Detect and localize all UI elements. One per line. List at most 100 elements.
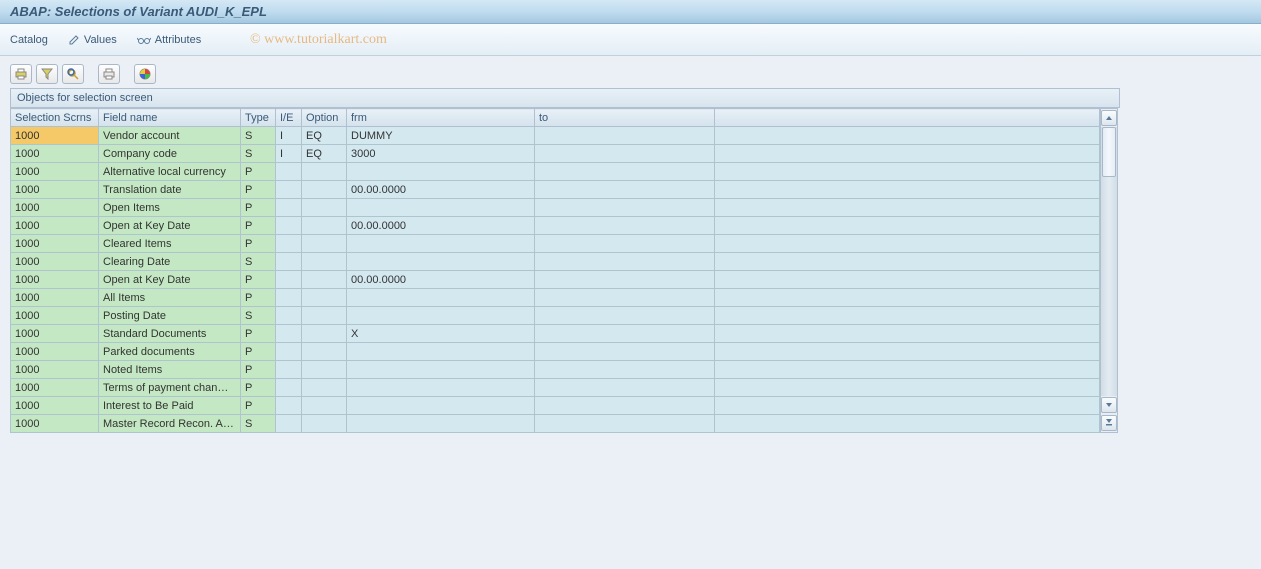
table-row[interactable]: 1000Vendor accountSIEQDUMMY bbox=[11, 127, 1100, 145]
cell-frm[interactable] bbox=[347, 343, 535, 361]
filter-button[interactable] bbox=[36, 64, 58, 84]
cell-frm[interactable]: X bbox=[347, 325, 535, 343]
table-row[interactable]: 1000Interest to Be PaidP bbox=[11, 397, 1100, 415]
cell-type[interactable]: S bbox=[241, 415, 276, 433]
search-button[interactable] bbox=[62, 64, 84, 84]
cell-scrn[interactable]: 1000 bbox=[11, 379, 99, 397]
table-row[interactable]: 1000Noted ItemsP bbox=[11, 361, 1100, 379]
cell-ie[interactable] bbox=[276, 289, 302, 307]
cell-field[interactable]: Noted Items bbox=[99, 361, 241, 379]
cell-ie[interactable] bbox=[276, 217, 302, 235]
cell-opt[interactable] bbox=[302, 163, 347, 181]
cell-to[interactable] bbox=[535, 253, 715, 271]
cell-scrn[interactable]: 1000 bbox=[11, 217, 99, 235]
cell-frm[interactable]: 00.00.0000 bbox=[347, 217, 535, 235]
cell-field[interactable]: Open at Key Date bbox=[99, 217, 241, 235]
cell-frm[interactable] bbox=[347, 307, 535, 325]
cell-scrn[interactable]: 1000 bbox=[11, 253, 99, 271]
cell-to[interactable] bbox=[535, 379, 715, 397]
cell-scrn[interactable]: 1000 bbox=[11, 325, 99, 343]
cell-to[interactable] bbox=[535, 325, 715, 343]
scroll-down-button[interactable] bbox=[1101, 397, 1117, 413]
cell-type[interactable]: P bbox=[241, 271, 276, 289]
cell-ie[interactable] bbox=[276, 397, 302, 415]
cell-ie[interactable] bbox=[276, 235, 302, 253]
cell-field[interactable]: Translation date bbox=[99, 181, 241, 199]
table-row[interactable]: 1000Parked documentsP bbox=[11, 343, 1100, 361]
cell-type[interactable]: S bbox=[241, 145, 276, 163]
cell-frm[interactable] bbox=[347, 235, 535, 253]
cell-to[interactable] bbox=[535, 235, 715, 253]
cell-field[interactable]: Company code bbox=[99, 145, 241, 163]
cell-opt[interactable] bbox=[302, 361, 347, 379]
menu-catalog[interactable]: Catalog bbox=[10, 34, 48, 46]
cell-opt[interactable] bbox=[302, 415, 347, 433]
cell-field[interactable]: Terms of payment chan… bbox=[99, 379, 241, 397]
cell-to[interactable] bbox=[535, 181, 715, 199]
cell-field[interactable]: Posting Date bbox=[99, 307, 241, 325]
cell-frm[interactable] bbox=[347, 415, 535, 433]
cell-field[interactable]: Master Record Recon. A… bbox=[99, 415, 241, 433]
cell-opt[interactable] bbox=[302, 253, 347, 271]
scroll-thumb[interactable] bbox=[1102, 127, 1116, 177]
scroll-end-button[interactable] bbox=[1101, 415, 1117, 431]
color-button[interactable] bbox=[134, 64, 156, 84]
cell-opt[interactable] bbox=[302, 217, 347, 235]
cell-ie[interactable] bbox=[276, 343, 302, 361]
table-row[interactable]: 1000Terms of payment chan…P bbox=[11, 379, 1100, 397]
cell-to[interactable] bbox=[535, 397, 715, 415]
table-row[interactable]: 1000Master Record Recon. A…S bbox=[11, 415, 1100, 433]
cell-opt[interactable] bbox=[302, 379, 347, 397]
scroll-track[interactable] bbox=[1101, 127, 1117, 396]
cell-ie[interactable] bbox=[276, 361, 302, 379]
table-row[interactable]: 1000Open at Key DateP00.00.0000 bbox=[11, 271, 1100, 289]
cell-ie[interactable] bbox=[276, 181, 302, 199]
table-row[interactable]: 1000All ItemsP bbox=[11, 289, 1100, 307]
cell-scrn[interactable]: 1000 bbox=[11, 397, 99, 415]
cell-type[interactable]: P bbox=[241, 379, 276, 397]
cell-frm[interactable]: DUMMY bbox=[347, 127, 535, 145]
col-ie[interactable]: I/E bbox=[276, 109, 302, 127]
col-opt[interactable]: Option bbox=[302, 109, 347, 127]
cell-to[interactable] bbox=[535, 361, 715, 379]
cell-scrn[interactable]: 1000 bbox=[11, 163, 99, 181]
cell-scrn[interactable]: 1000 bbox=[11, 271, 99, 289]
cell-opt[interactable] bbox=[302, 235, 347, 253]
cell-scrn[interactable]: 1000 bbox=[11, 361, 99, 379]
cell-ie[interactable] bbox=[276, 379, 302, 397]
cell-field[interactable]: Standard Documents bbox=[99, 325, 241, 343]
cell-frm[interactable] bbox=[347, 253, 535, 271]
cell-opt[interactable] bbox=[302, 181, 347, 199]
cell-opt[interactable]: EQ bbox=[302, 127, 347, 145]
cell-type[interactable]: S bbox=[241, 127, 276, 145]
cell-type[interactable]: P bbox=[241, 397, 276, 415]
cell-ie[interactable] bbox=[276, 253, 302, 271]
col-scrn[interactable]: Selection Scrns bbox=[11, 109, 99, 127]
cell-ie[interactable]: I bbox=[276, 145, 302, 163]
cell-field[interactable]: Open Items bbox=[99, 199, 241, 217]
cell-to[interactable] bbox=[535, 307, 715, 325]
cell-to[interactable] bbox=[535, 271, 715, 289]
cell-frm[interactable] bbox=[347, 289, 535, 307]
cell-frm[interactable] bbox=[347, 397, 535, 415]
cell-frm[interactable] bbox=[347, 199, 535, 217]
cell-field[interactable]: Open at Key Date bbox=[99, 271, 241, 289]
cell-to[interactable] bbox=[535, 145, 715, 163]
cell-scrn[interactable]: 1000 bbox=[11, 145, 99, 163]
cell-to[interactable] bbox=[535, 343, 715, 361]
table-row[interactable]: 1000Translation dateP00.00.0000 bbox=[11, 181, 1100, 199]
cell-ie[interactable] bbox=[276, 199, 302, 217]
cell-opt[interactable] bbox=[302, 199, 347, 217]
cell-scrn[interactable]: 1000 bbox=[11, 127, 99, 145]
table-row[interactable]: 1000Open at Key DateP00.00.0000 bbox=[11, 217, 1100, 235]
cell-opt[interactable] bbox=[302, 325, 347, 343]
cell-ie[interactable]: I bbox=[276, 127, 302, 145]
cell-opt[interactable] bbox=[302, 343, 347, 361]
cell-frm[interactable]: 00.00.0000 bbox=[347, 181, 535, 199]
cell-frm[interactable] bbox=[347, 379, 535, 397]
table-row[interactable]: 1000Alternative local currencyP bbox=[11, 163, 1100, 181]
vertical-scrollbar[interactable] bbox=[1100, 108, 1118, 433]
cell-ie[interactable] bbox=[276, 271, 302, 289]
cell-to[interactable] bbox=[535, 163, 715, 181]
menu-values[interactable]: Values bbox=[68, 34, 117, 46]
